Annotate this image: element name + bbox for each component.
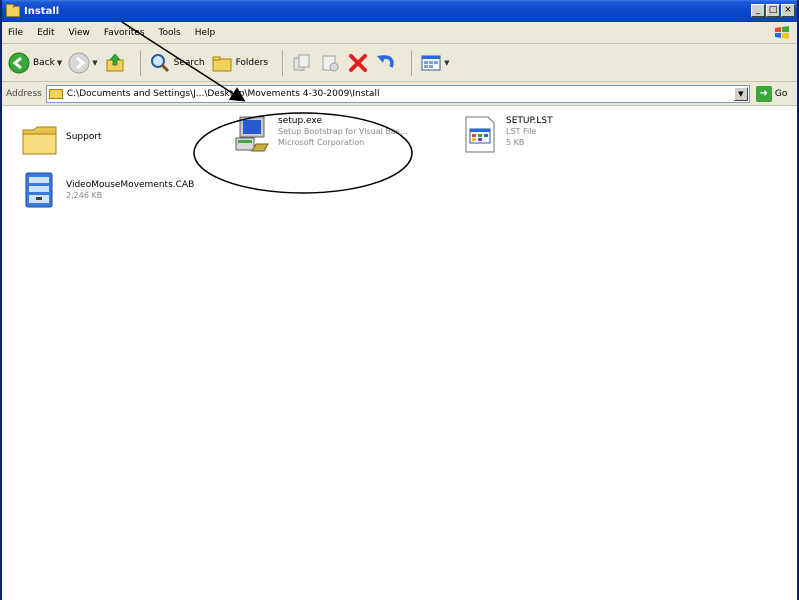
toolbar-separator xyxy=(411,49,413,76)
file-name: VideoMouseMovements.CAB xyxy=(66,180,195,190)
menu-edit[interactable]: Edit xyxy=(37,28,54,38)
cab-archive-icon xyxy=(25,172,53,208)
up-folder-icon xyxy=(106,52,124,71)
address-input[interactable]: C:\Documents and Settings\J...\Desktop\M… xyxy=(45,84,750,103)
toolbar: Back ▼ ▼ Search Folders ▼ xyxy=(2,44,797,82)
file-name: Support xyxy=(66,132,102,142)
windows-logo-icon xyxy=(775,26,789,39)
back-button[interactable]: Back ▼ xyxy=(8,48,62,78)
address-path: C:\Documents and Settings\J...\Desktop\M… xyxy=(66,88,380,99)
views-dropdown-icon[interactable]: ▼ xyxy=(444,59,449,67)
back-label: Back xyxy=(33,57,55,68)
setup-installer-icon xyxy=(235,116,269,152)
forward-dropdown-icon[interactable]: ▼ xyxy=(92,59,97,67)
file-item-cab[interactable]: VideoMouseMovements.CAB 2,246 KB xyxy=(20,170,194,210)
file-item-support[interactable]: Support xyxy=(20,120,102,160)
close-button[interactable]: × xyxy=(781,4,795,17)
search-label: Search xyxy=(173,57,205,68)
views-button[interactable]: ▼ xyxy=(420,48,449,78)
menu-file[interactable]: File xyxy=(8,28,23,38)
file-size: 5 KB xyxy=(506,138,525,147)
go-label: Go xyxy=(774,88,788,99)
go-arrow-icon: ➜ xyxy=(755,85,772,102)
folder-icon xyxy=(48,88,63,99)
file-name: SETUP.LST xyxy=(506,116,553,126)
file-size: 2,246 KB xyxy=(66,191,103,200)
move-to-icon xyxy=(293,54,310,70)
menu-help[interactable]: Help xyxy=(195,28,216,38)
undo-button[interactable] xyxy=(375,48,397,78)
toolbar-separator xyxy=(139,49,141,76)
toolbar-separator xyxy=(282,49,284,76)
forward-arrow-icon xyxy=(68,52,90,73)
maximize-button[interactable]: □ xyxy=(766,4,780,17)
folders-icon xyxy=(212,56,232,71)
copy-to-button[interactable] xyxy=(319,48,341,78)
address-dropdown-button[interactable]: ▼ xyxy=(733,86,748,101)
folders-label: Folders xyxy=(235,57,269,68)
file-company: Microsoft Corporation xyxy=(278,138,365,147)
delete-button[interactable] xyxy=(347,48,369,78)
title-bar[interactable]: Install _ □ × xyxy=(2,0,797,22)
menu-bar: File Edit View Favorites Tools Help xyxy=(2,22,797,44)
file-list[interactable]: Support setup.exe Setup Bootstrap for Vi… xyxy=(2,106,797,600)
file-item-setup-lst[interactable]: SETUP.LST LST File 5 KB xyxy=(460,114,553,154)
file-item-setup-exe[interactable]: setup.exe Setup Bootstrap for Visual Bas… xyxy=(232,114,408,154)
search-icon xyxy=(150,53,169,72)
folder-icon xyxy=(22,126,57,155)
file-description: Setup Bootstrap for Visual Bas... xyxy=(278,127,408,136)
delete-x-icon xyxy=(349,53,368,72)
move-to-button[interactable] xyxy=(291,48,313,78)
address-label: Address xyxy=(6,88,42,99)
undo-icon xyxy=(377,54,394,68)
views-icon xyxy=(421,55,441,70)
file-name: setup.exe xyxy=(278,116,322,126)
window-title: Install xyxy=(24,5,60,17)
minimize-button[interactable]: _ xyxy=(751,4,765,17)
explorer-window: Install _ □ × File Edit View Favorites T… xyxy=(0,0,799,600)
folder-icon xyxy=(6,3,20,17)
address-bar: Address C:\Documents and Settings\J...\D… xyxy=(2,82,797,106)
file-type: LST File xyxy=(506,127,537,136)
forward-button[interactable]: ▼ xyxy=(68,48,98,78)
copy-to-icon xyxy=(322,55,339,71)
menu-favorites[interactable]: Favorites xyxy=(104,28,145,38)
lst-file-icon xyxy=(465,116,495,153)
menu-tools[interactable]: Tools xyxy=(159,28,181,38)
back-arrow-icon xyxy=(8,52,30,73)
go-button[interactable]: ➜ Go xyxy=(755,85,788,102)
caption-buttons: _ □ × xyxy=(751,4,795,17)
menu-view[interactable]: View xyxy=(69,28,90,38)
up-folder-button[interactable] xyxy=(104,48,126,78)
back-dropdown-icon[interactable]: ▼ xyxy=(57,59,62,67)
search-button[interactable]: Search xyxy=(149,48,205,78)
folders-button[interactable]: Folders xyxy=(211,48,269,78)
